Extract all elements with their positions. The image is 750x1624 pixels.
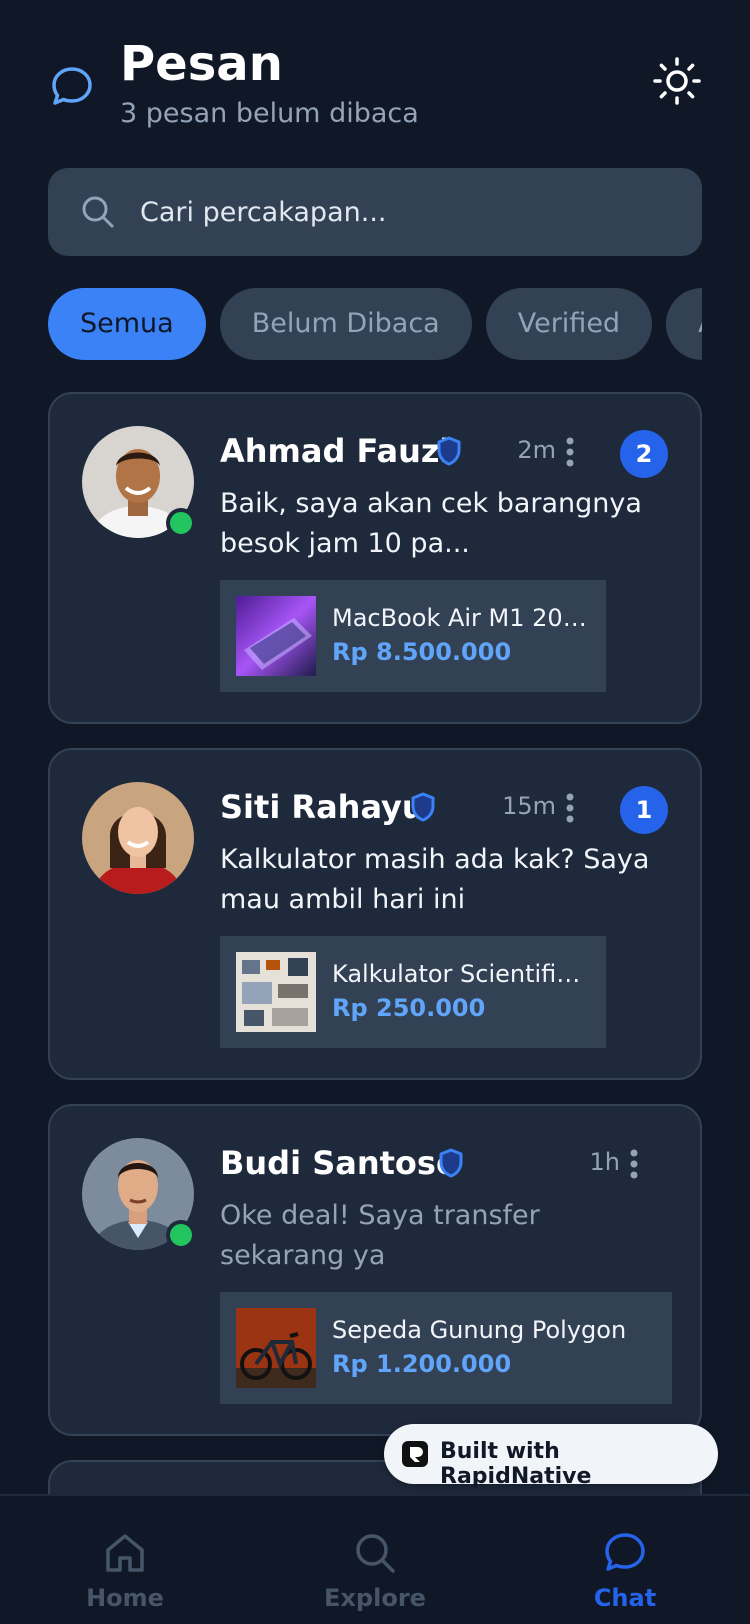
chat-bubble-icon bbox=[52, 67, 92, 105]
built-with-text: Built with RapidNative bbox=[440, 1439, 592, 1489]
tab-chat[interactable]: Chat bbox=[550, 1496, 700, 1624]
built-with-badge[interactable]: Built with RapidNative bbox=[384, 1424, 718, 1489]
verified-shield-icon bbox=[437, 436, 461, 466]
search-input[interactable] bbox=[140, 168, 680, 256]
header: Pesan 3 pesan belum dibaca bbox=[48, 36, 702, 136]
filter-chip-semua[interactable]: Semua bbox=[48, 288, 206, 360]
message-time: 2m bbox=[517, 436, 556, 464]
product-price: Rp 1.200.000 bbox=[332, 1350, 512, 1378]
filter-chip-belum-dibaca[interactable]: Belum Dibaca bbox=[219, 288, 472, 360]
verified-shield-icon bbox=[439, 1148, 463, 1178]
contact-name: Siti Rahayu bbox=[220, 788, 425, 826]
rapidnative-logo-icon bbox=[402, 1441, 428, 1467]
online-status-dot bbox=[166, 508, 196, 538]
message-time: 15m bbox=[502, 792, 556, 820]
search-icon bbox=[82, 196, 114, 228]
message-preview: Kalkulator masih ada kak? Saya mau ambil… bbox=[220, 844, 650, 915]
avatar bbox=[82, 1138, 196, 1250]
contact-name: Budi Santoso bbox=[220, 1144, 458, 1182]
search-icon bbox=[356, 1534, 395, 1573]
conversation-card[interactable]: Siti Rahayu 15m 1 Kalkulator masih ada k… bbox=[48, 748, 702, 1080]
product-preview[interactable]: MacBook Air M1 2020 Rp 8.500.000 bbox=[220, 580, 606, 692]
verified-shield-icon bbox=[411, 792, 435, 822]
more-options-icon[interactable] bbox=[556, 432, 584, 472]
tab-explore[interactable]: Explore bbox=[300, 1496, 450, 1624]
theme-toggle-sun-icon[interactable] bbox=[652, 56, 702, 106]
message-preview: Oke deal! Saya transfer sekarang ya bbox=[220, 1200, 540, 1271]
search-bar[interactable] bbox=[48, 168, 702, 256]
product-name: Sepeda Gunung Polygon bbox=[332, 1316, 627, 1344]
product-thumbnail bbox=[236, 1308, 316, 1388]
product-thumbnail bbox=[236, 952, 316, 1032]
filter-chip-arsip[interactable]: Arsip bbox=[666, 288, 702, 360]
more-options-icon[interactable] bbox=[620, 1144, 648, 1184]
filter-chips: SemuaBelum DibacaVerified Arsip bbox=[48, 288, 702, 360]
bottom-tab-bar: Home Explore Chat bbox=[0, 1494, 750, 1624]
message-preview: Baik, saya akan cek barangnya besok jam … bbox=[220, 488, 642, 559]
product-price: Rp 8.500.000 bbox=[332, 638, 512, 666]
contact-name: Ahmad Fauzi bbox=[220, 432, 451, 470]
filter-chip-verified[interactable]: Verified bbox=[485, 288, 653, 360]
unread-badge: 1 bbox=[620, 786, 668, 834]
avatar bbox=[82, 426, 196, 538]
product-name: MacBook Air M1 2020 bbox=[332, 604, 592, 632]
tab-home[interactable]: Home bbox=[50, 1496, 200, 1624]
product-preview[interactable]: Sepeda Gunung Polygon Rp 1.200.000 bbox=[220, 1292, 672, 1404]
avatar bbox=[82, 782, 194, 894]
page-title: Pesan bbox=[120, 36, 283, 92]
chat-icon bbox=[605, 1533, 645, 1571]
tab-label: Home bbox=[86, 1584, 164, 1612]
tab-label: Explore bbox=[324, 1584, 426, 1612]
product-name: Kalkulator Scientific ... bbox=[332, 960, 582, 988]
more-options-icon[interactable] bbox=[556, 788, 584, 828]
unread-badge: 2 bbox=[620, 430, 668, 478]
conversation-card[interactable]: Budi Santoso 1h Oke deal! Saya transfer … bbox=[48, 1104, 702, 1436]
home-icon bbox=[106, 1534, 144, 1572]
product-price: Rp 250.000 bbox=[332, 994, 486, 1022]
tab-label: Chat bbox=[593, 1584, 657, 1612]
online-status-dot bbox=[166, 1220, 196, 1250]
conversation-card[interactable]: Ahmad Fauzi 2m 2 Baik, saya akan cek bar… bbox=[48, 392, 702, 724]
product-preview[interactable]: Kalkulator Scientific ... Rp 250.000 bbox=[220, 936, 606, 1048]
product-thumbnail bbox=[236, 596, 316, 676]
unread-summary: 3 pesan belum dibaca bbox=[120, 98, 419, 129]
message-time: 1h bbox=[589, 1148, 620, 1176]
